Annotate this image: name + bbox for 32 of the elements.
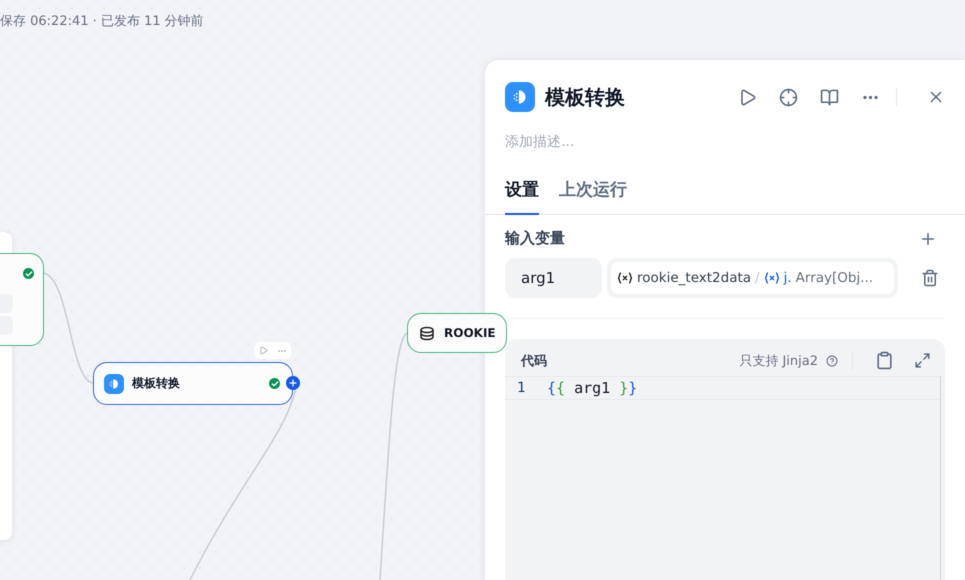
variable-type: Array[Obj... <box>796 270 874 286</box>
database-icon <box>418 324 436 342</box>
crosshair-icon[interactable] <box>779 88 798 106</box>
line-number: 1 <box>516 380 526 396</box>
code-line: {{ arg1 }} <box>547 379 638 397</box>
help-icon[interactable] <box>826 354 838 366</box>
node-title: 模板转换 <box>132 375 180 392</box>
jinja-hint: 只支持 Jinja2 <box>739 352 818 370</box>
panel-title: 模板转换 <box>545 84 626 110</box>
expand-icon[interactable] <box>914 352 931 369</box>
variable-icon <box>617 272 633 284</box>
code-title: 代码 <box>521 352 548 370</box>
success-icon <box>23 268 34 279</box>
run-icon[interactable] <box>259 346 268 355</box>
workflow-node[interactable]: 模板转换 <box>93 362 293 405</box>
variable-icon <box>764 272 780 284</box>
clipboard-icon[interactable] <box>875 351 894 370</box>
source-node-name: rookie_text2data <box>637 270 752 286</box>
workflow-node[interactable]: ROOKIE <box>407 313 507 353</box>
add-node-icon[interactable] <box>286 376 300 390</box>
trash-icon[interactable] <box>921 269 939 287</box>
tab[interactable]: 设置 <box>505 178 539 215</box>
tab[interactable]: 上次运行 <box>559 178 627 215</box>
section-title: 输入变量 <box>505 229 565 248</box>
variable-name-field[interactable]: arg1 <box>505 258 602 298</box>
variable-field-name: j. <box>784 270 792 286</box>
run-icon[interactable] <box>738 88 757 106</box>
node-title: ROOKIE <box>444 326 496 340</box>
variable-reference-field[interactable]: rookie_text2data / j. Array[Obj... <box>607 258 898 298</box>
path-separator: / <box>755 270 760 286</box>
book-icon[interactable] <box>820 88 839 106</box>
save-status: 保存 06:22:41 · 已发布 11 分钟前 <box>0 13 204 30</box>
